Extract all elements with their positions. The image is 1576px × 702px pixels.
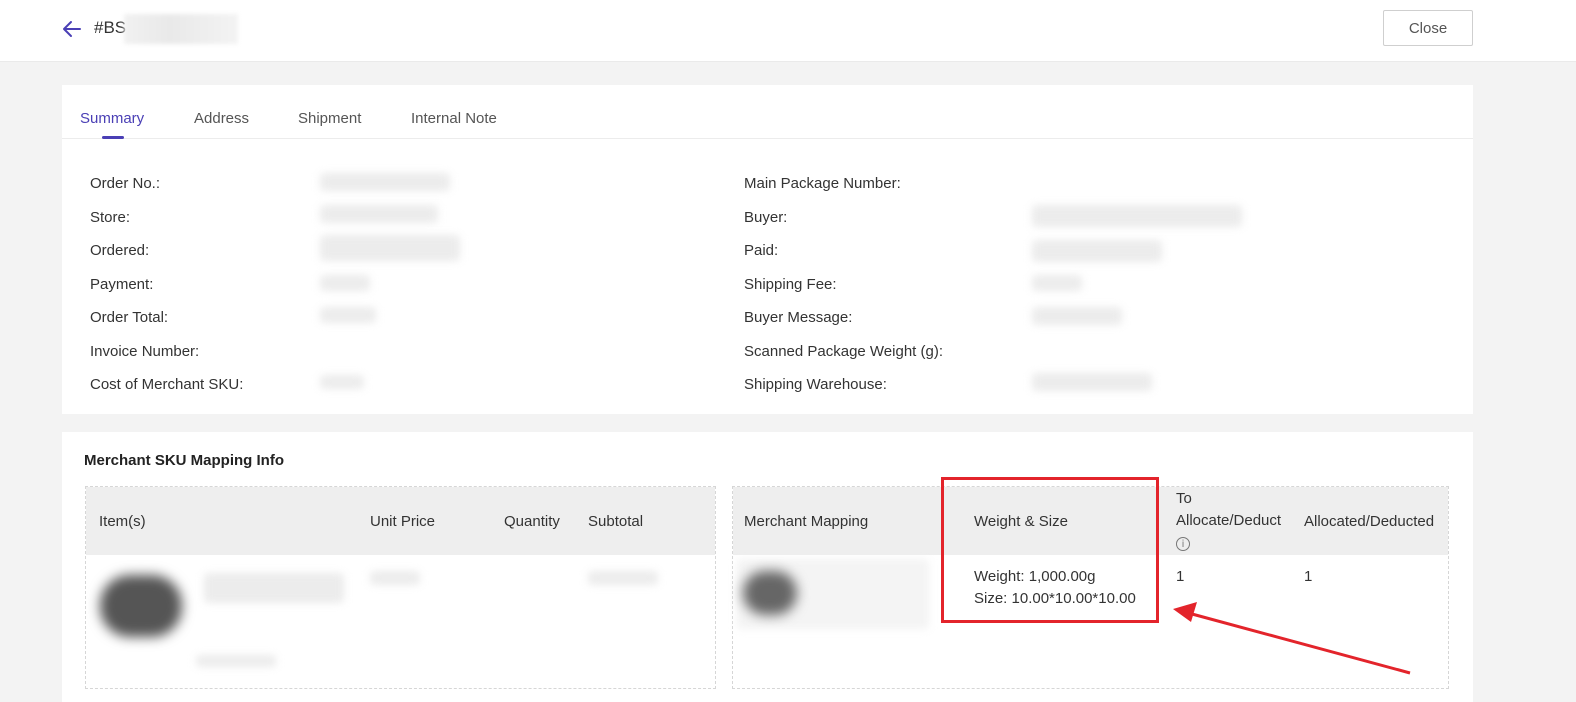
column-header-allocated-deducted: Allocated/Deducted	[1304, 513, 1435, 530]
cost-of-merchant-sku-label: Cost of Merchant SKU:	[90, 376, 244, 393]
close-button[interactable]: Close	[1383, 10, 1473, 46]
column-header-merchant-mapping: Merchant Mapping	[744, 513, 869, 530]
invoice-number-label: Invoice Number:	[90, 343, 200, 360]
redacted-value	[320, 173, 450, 191]
active-tab-indicator	[102, 136, 124, 139]
buyer-message-label: Buyer Message:	[744, 309, 853, 326]
shipping-fee-label: Shipping Fee:	[744, 276, 837, 293]
column-header-subtotal: Subtotal	[588, 513, 644, 530]
size-value: Size: 10.00*10.00*10.00	[974, 590, 1136, 607]
column-header-to-allocate-line1: To	[1176, 490, 1192, 507]
buyer-label: Buyer:	[744, 209, 788, 226]
scanned-package-weight-label: Scanned Package Weight (g):	[744, 343, 944, 360]
merchant-sku-mapping-card: Merchant SKU Mapping Info Item(s) Unit P…	[62, 432, 1473, 702]
column-header-weight-size: Weight & Size	[974, 513, 1068, 530]
redacted-value	[1032, 307, 1122, 325]
weight-value: Weight: 1,000.00g	[974, 568, 1096, 585]
redacted-value	[1032, 373, 1152, 391]
item-thumbnail	[100, 575, 182, 637]
redacted-value	[320, 307, 376, 323]
order-total-label: Order Total:	[90, 309, 169, 326]
mapping-table-header: Merchant Mapping Weight & Size To Alloca…	[733, 487, 1448, 555]
tab-address[interactable]: Address	[194, 110, 249, 127]
paid-label: Paid:	[744, 242, 779, 259]
tab-internal-note[interactable]: Internal Note	[411, 110, 497, 127]
back-arrow-icon[interactable]	[60, 17, 84, 41]
redacted-value	[320, 235, 460, 261]
mapping-thumbnail	[743, 571, 797, 615]
column-header-quantity: Quantity	[504, 513, 560, 530]
redacted-value	[196, 655, 276, 667]
items-table: Item(s) Unit Price Quantity Subtotal	[85, 486, 716, 689]
info-circle-icon[interactable]: i	[1176, 537, 1190, 551]
redacted-value	[1032, 275, 1082, 291]
redacted-value	[204, 573, 344, 603]
summary-card: Summary Address Shipment Internal Note O…	[62, 85, 1473, 414]
order-id-title: #BS	[94, 18, 127, 37]
to-allocate-value: 1	[1176, 568, 1185, 585]
items-table-header: Item(s) Unit Price Quantity Subtotal	[86, 487, 715, 555]
tab-bar: Summary Address Shipment Internal Note	[62, 85, 1473, 139]
order-no-label: Order No.:	[90, 175, 161, 192]
top-bar: #BS Close	[0, 0, 1576, 62]
mapping-table: Merchant Mapping Weight & Size To Alloca…	[732, 486, 1449, 689]
ordered-label: Ordered:	[90, 242, 150, 259]
redacted-value	[1032, 240, 1162, 262]
column-header-unit-price: Unit Price	[370, 513, 436, 530]
column-header-to-allocate-line2: Allocate/Deduct	[1176, 512, 1282, 529]
column-header-items: Item(s)	[99, 513, 146, 530]
allocated-value: 1	[1304, 568, 1313, 585]
tab-shipment[interactable]: Shipment	[298, 110, 361, 127]
payment-label: Payment:	[90, 276, 154, 293]
redacted-value	[320, 275, 370, 291]
redacted-value	[588, 571, 658, 585]
section-title: Merchant SKU Mapping Info	[84, 452, 284, 469]
order-id-redacted	[124, 14, 238, 44]
redacted-value	[320, 375, 364, 389]
redacted-value	[320, 205, 438, 223]
store-label: Store:	[90, 209, 131, 226]
shipping-warehouse-label: Shipping Warehouse:	[744, 376, 887, 393]
main-package-number-label: Main Package Number:	[744, 175, 901, 192]
tab-summary[interactable]: Summary	[80, 110, 144, 127]
redacted-value	[370, 571, 420, 585]
redacted-value	[1032, 205, 1242, 227]
